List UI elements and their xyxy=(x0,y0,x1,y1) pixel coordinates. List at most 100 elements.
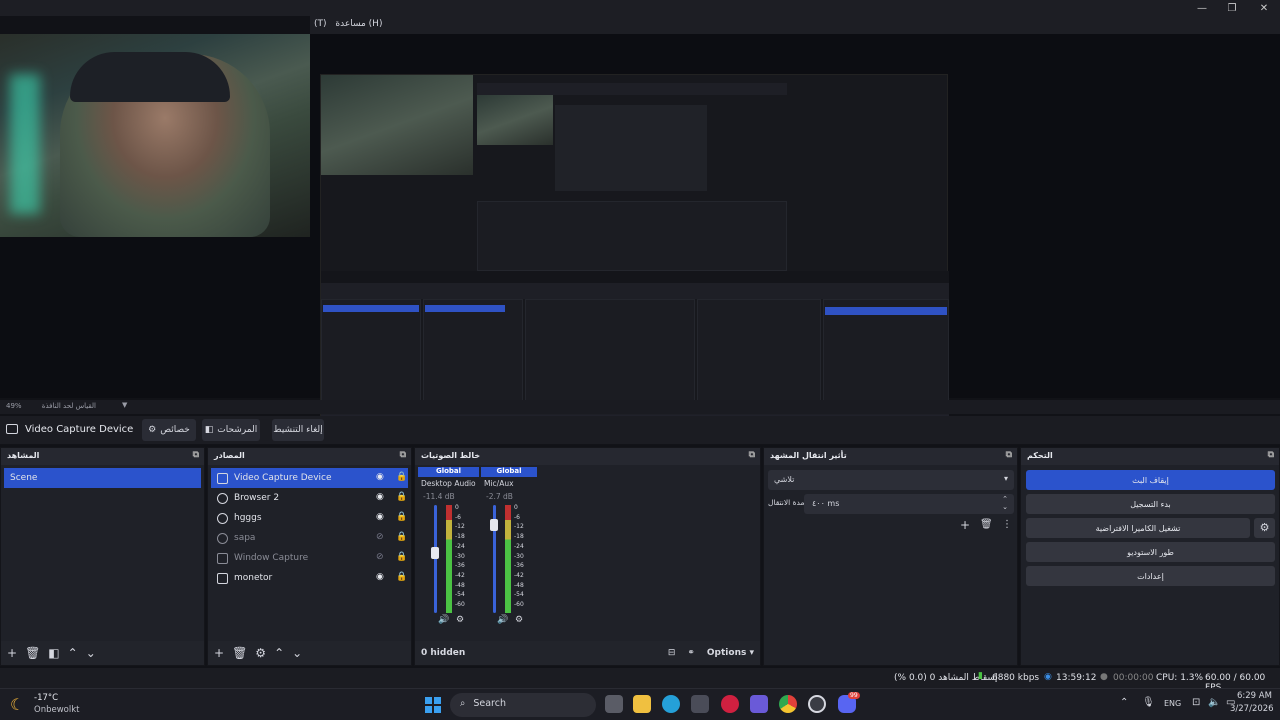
db-scale: 0 -6 -12 -18 -24 -30 -36 -42 -48 -54 -60 xyxy=(514,504,524,609)
add-icon[interactable]: + xyxy=(960,518,970,532)
studio-mode-button[interactable]: طور الاستوديو xyxy=(1026,542,1275,562)
speaker-icon[interactable]: 🔊 xyxy=(438,615,449,625)
lock-icon[interactable]: 🔒 xyxy=(396,552,407,562)
close-button[interactable]: ✕ xyxy=(1250,0,1278,16)
network-icon[interactable]: ⊡ xyxy=(1192,697,1200,708)
gear-icon[interactable]: ⚙ xyxy=(515,615,523,625)
chrome-icon[interactable] xyxy=(779,695,797,713)
eye-icon[interactable]: ◉ xyxy=(376,472,384,482)
mixer-dock-footer: 0 hidden ⊟ ⚭ Options ▾ xyxy=(415,641,760,665)
properties-button[interactable]: ⚙ خصائص xyxy=(142,419,196,441)
taskbar-search[interactable]: ⌕ Search xyxy=(450,693,596,717)
sources-dock-footer: + 🗑 ⚙ ⌃ ⌄ xyxy=(208,641,411,665)
deactivate-button[interactable]: إلغاء التنشيط xyxy=(272,419,324,441)
opera-icon[interactable] xyxy=(721,695,739,713)
popout-icon[interactable]: ⧉ xyxy=(400,450,406,460)
channel-name[interactable]: Mic/Aux xyxy=(484,479,514,488)
fader-handle[interactable] xyxy=(490,519,498,531)
hidden-count[interactable]: 0 hidden xyxy=(421,648,465,658)
add-icon[interactable]: + xyxy=(7,646,17,660)
gear-icon[interactable]: ⚙ xyxy=(456,615,464,625)
window-icon xyxy=(217,552,228,564)
options-button[interactable]: Options ▾ xyxy=(707,648,754,658)
sources-dock-title: المصادر ⧉ xyxy=(208,448,411,465)
move-up-icon[interactable]: ⌃ xyxy=(68,646,78,660)
moon-weather-icon[interactable]: ☾ xyxy=(10,695,24,714)
language-indicator[interactable]: ENG xyxy=(1164,699,1181,708)
stepper-icon[interactable]: ⌃ ⌄ xyxy=(1002,495,1008,511)
task-view-icon[interactable] xyxy=(605,695,623,713)
more-icon[interactable]: ⋮ xyxy=(1002,519,1012,530)
lock-icon[interactable]: 🔒 xyxy=(396,572,407,582)
volume-icon[interactable]: 🔈 xyxy=(1208,697,1220,708)
gear-icon: ⚙ xyxy=(148,425,157,435)
chevron-down-icon[interactable]: ▼ xyxy=(122,401,127,409)
lock-icon[interactable]: 🔒 xyxy=(396,472,407,482)
windows-start-icon[interactable] xyxy=(425,697,441,713)
trash-icon[interactable]: 🗑 xyxy=(25,646,40,660)
filter-icon[interactable]: ◧ xyxy=(48,646,59,660)
popout-icon[interactable]: ⧉ xyxy=(749,450,755,460)
bitrate: 6880 kbps xyxy=(992,673,1040,683)
start-recording-button[interactable]: بدء التسجيل xyxy=(1026,494,1275,514)
chevron-up-icon[interactable]: ⌃ xyxy=(1120,697,1128,708)
stream-time: 13:59:12 xyxy=(1056,673,1097,683)
store-icon[interactable] xyxy=(691,695,709,713)
channel-db: -2.7 dB xyxy=(486,492,513,501)
scene-item[interactable]: Scene xyxy=(4,468,201,488)
weather-temp[interactable]: -17°C xyxy=(34,693,58,703)
channel-name[interactable]: Desktop Audio xyxy=(421,479,476,488)
stream-icon: ◉ xyxy=(1044,672,1052,682)
lock-icon[interactable]: 🔒 xyxy=(396,512,407,522)
volume-fader[interactable] xyxy=(434,505,437,613)
app-icon[interactable] xyxy=(750,695,768,713)
eye-icon[interactable]: ◉ xyxy=(376,512,384,522)
zoom-mode[interactable]: القياس لحد النافذة xyxy=(42,402,96,410)
transition-select[interactable]: تلاشي ▾ xyxy=(768,470,1014,490)
move-up-icon[interactable]: ⌃ xyxy=(274,646,284,660)
popout-icon[interactable]: ⧉ xyxy=(1268,450,1274,460)
obs-icon[interactable] xyxy=(808,695,826,713)
filters-button[interactable]: ◧ المرشحات xyxy=(202,419,260,441)
stop-stream-button[interactable]: إيقاف البث xyxy=(1026,470,1275,490)
search-icon: ⌕ xyxy=(460,698,466,709)
nested-preview-image xyxy=(320,74,949,429)
zoom-level[interactable]: 49% xyxy=(6,402,22,410)
gear-icon[interactable]: ⚙ xyxy=(1254,518,1275,538)
eye-icon[interactable]: ◉ xyxy=(376,492,384,502)
popout-icon[interactable]: ⧉ xyxy=(1006,450,1012,460)
mic-icon[interactable]: 🎙 xyxy=(1142,697,1155,708)
maximize-button[interactable]: ❐ xyxy=(1218,0,1246,16)
popout-icon[interactable]: ⧉ xyxy=(193,450,199,460)
fader-handle[interactable] xyxy=(431,547,439,559)
clock-date[interactable]: 3/27/2026 xyxy=(1230,704,1274,714)
lock-icon[interactable]: 🔒 xyxy=(396,492,407,502)
file-explorer-icon[interactable] xyxy=(633,695,651,713)
trash-icon[interactable]: 🗑 xyxy=(232,646,247,660)
move-down-icon[interactable]: ⌄ xyxy=(292,646,302,660)
settings-button[interactable]: إعدادات xyxy=(1026,566,1275,586)
speaker-icon[interactable]: 🔊 xyxy=(497,615,508,625)
virtual-camera-button[interactable]: تشغيل الكاميرا الافتراضية xyxy=(1026,518,1250,538)
link-icon[interactable]: ⚭ xyxy=(687,648,695,658)
globe-icon xyxy=(217,492,228,504)
eye-hidden-icon[interactable]: ⊘ xyxy=(376,552,384,562)
eye-hidden-icon[interactable]: ⊘ xyxy=(376,532,384,542)
filter-icon: ◧ xyxy=(204,425,214,435)
record-time: 00:00:00 xyxy=(1113,673,1154,683)
lock-icon[interactable]: 🔒 xyxy=(396,532,407,542)
duration-input[interactable]: ٤٠٠ ms ⌃ ⌄ xyxy=(804,494,1014,514)
gear-icon[interactable]: ⚙ xyxy=(255,646,266,660)
clock-time[interactable]: 6:29 AM xyxy=(1237,691,1272,701)
trash-icon[interactable]: 🗑 xyxy=(980,519,993,530)
menu-item-help[interactable]: مساعدة (H) xyxy=(335,19,382,29)
add-icon[interactable]: + xyxy=(214,646,224,660)
edge-icon[interactable] xyxy=(662,695,680,713)
preview-canvas[interactable] xyxy=(0,34,1280,429)
weather-desc[interactable]: Onbewolkt xyxy=(34,705,79,715)
minimize-button[interactable]: — xyxy=(1188,0,1216,16)
menu-item-tools[interactable]: (T) xyxy=(314,19,327,29)
layout-icon[interactable]: ⊟ xyxy=(668,648,676,658)
eye-icon[interactable]: ◉ xyxy=(376,572,384,582)
move-down-icon[interactable]: ⌄ xyxy=(86,646,96,660)
